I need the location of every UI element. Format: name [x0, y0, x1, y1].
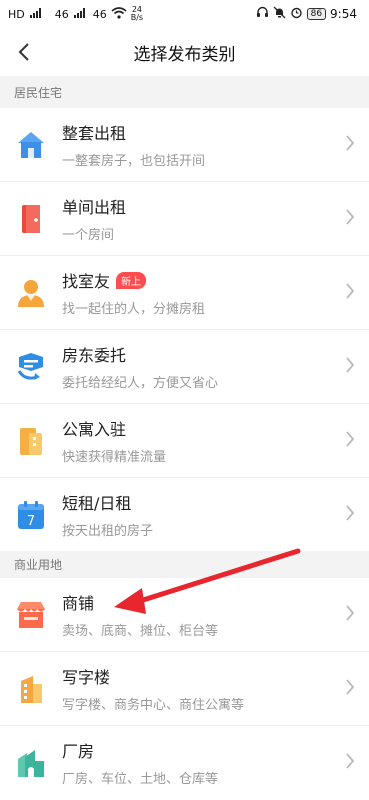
chevron-right-icon: [346, 605, 355, 621]
commercial-list: 商铺 卖场、底商、摊位、柜台等 写字楼 写字楼、商务中心、商住公寓等 厂房 厂房…: [0, 578, 369, 799]
nav-bar: 选择发布类别: [0, 28, 369, 76]
network-type-label: 46: [54, 7, 69, 21]
shop-icon: [14, 598, 48, 632]
list-item-apartment[interactable]: 公寓入驻 快速获得精准流量: [0, 404, 369, 478]
headset-icon: [256, 6, 269, 22]
list-item-landlord-entrust[interactable]: 房东委托 委托给经纪人，方便又省心: [0, 330, 369, 404]
item-subtitle: 一整套房子，也包括开间: [62, 154, 206, 169]
item-subtitle: 快速获得精准流量: [62, 450, 167, 465]
chevron-right-icon: [346, 135, 355, 151]
item-subtitle: 找一起住的人，分摊房租: [62, 302, 206, 317]
item-label: 写字楼: [62, 668, 111, 687]
status-bar-left: HD 46 46 24 B/s: [8, 6, 143, 22]
back-button[interactable]: [12, 38, 36, 66]
calendar-icon: 7: [14, 498, 48, 532]
signal-icon: [29, 7, 51, 22]
list-item-short-rent[interactable]: 7 短租/日租 按天出租的房子: [0, 478, 369, 551]
list-item-office[interactable]: 写字楼 写字楼、商务中心、商住公寓等: [0, 652, 369, 726]
alarm-icon: [290, 6, 303, 22]
network-type-label-2: 46: [92, 7, 107, 21]
item-subtitle: 卖场、底商、摊位、柜台等: [62, 624, 219, 639]
chevron-right-icon: [346, 357, 355, 373]
new-badge: 新上: [116, 271, 147, 289]
item-subtitle: 委托给经纪人，方便又省心: [62, 376, 219, 391]
chevron-right-icon: [346, 753, 355, 769]
handshake-icon: [14, 350, 48, 384]
network-speed-unit: B/s: [130, 13, 144, 22]
chevron-right-icon: [346, 431, 355, 447]
calendar-number: 7: [27, 514, 35, 529]
section-header-residential: 居民住宅: [0, 76, 369, 108]
item-label: 厂房: [62, 742, 95, 761]
mute-icon: [273, 6, 286, 22]
house-icon: [14, 128, 48, 162]
apartment-icon: [14, 424, 48, 458]
chevron-right-icon: [346, 283, 355, 299]
status-bar-right: 86 9:54: [256, 6, 357, 22]
item-subtitle: 写字楼、商务中心、商住公寓等: [62, 698, 245, 713]
office-building-icon: [14, 672, 48, 706]
chevron-right-icon: [346, 505, 355, 521]
chevron-right-icon: [346, 209, 355, 225]
person-icon: [14, 276, 48, 310]
item-label: 房东委托: [62, 346, 127, 365]
signal-icon-2: [73, 7, 89, 22]
hd-indicator: HD: [8, 7, 25, 21]
residential-list: 整套出租 一整套房子，也包括开间 单间出租 一个房间 找室友 新上 找一起住的人…: [0, 108, 369, 551]
list-item-room-rent[interactable]: 单间出租 一个房间: [0, 182, 369, 256]
battery-indicator: 86: [306, 8, 327, 20]
list-item-factory[interactable]: 厂房 厂房、车位、土地、仓库等: [0, 726, 369, 799]
page-title: 选择发布类别: [133, 44, 236, 65]
status-bar: HD 46 46 24 B/s 86 9:54: [0, 0, 369, 28]
section-header-commercial: 商业用地: [0, 551, 369, 578]
item-subtitle: 厂房、车位、土地、仓库等: [62, 772, 219, 787]
item-label: 公寓入驻: [62, 420, 127, 439]
list-item-shop[interactable]: 商铺 卖场、底商、摊位、柜台等: [0, 578, 369, 652]
wifi-icon: [111, 6, 127, 22]
item-label: 找室友: [62, 272, 111, 291]
chevron-right-icon: [346, 679, 355, 695]
chevron-left-icon: [18, 43, 29, 61]
factory-icon: [14, 746, 48, 780]
item-label: 短租/日租: [62, 494, 132, 513]
item-label: 整套出租: [62, 124, 127, 143]
network-speed: 24 B/s: [131, 6, 143, 22]
item-label: 单间出租: [62, 198, 127, 217]
list-item-find-roommate[interactable]: 找室友 新上 找一起住的人，分摊房租: [0, 256, 369, 330]
clock: 9:54: [330, 7, 357, 21]
item-subtitle: 一个房间: [62, 228, 115, 243]
item-label: 商铺: [62, 594, 95, 613]
list-item-whole-rent[interactable]: 整套出租 一整套房子，也包括开间: [0, 108, 369, 182]
item-subtitle: 按天出租的房子: [62, 524, 154, 539]
door-icon: [14, 202, 48, 236]
